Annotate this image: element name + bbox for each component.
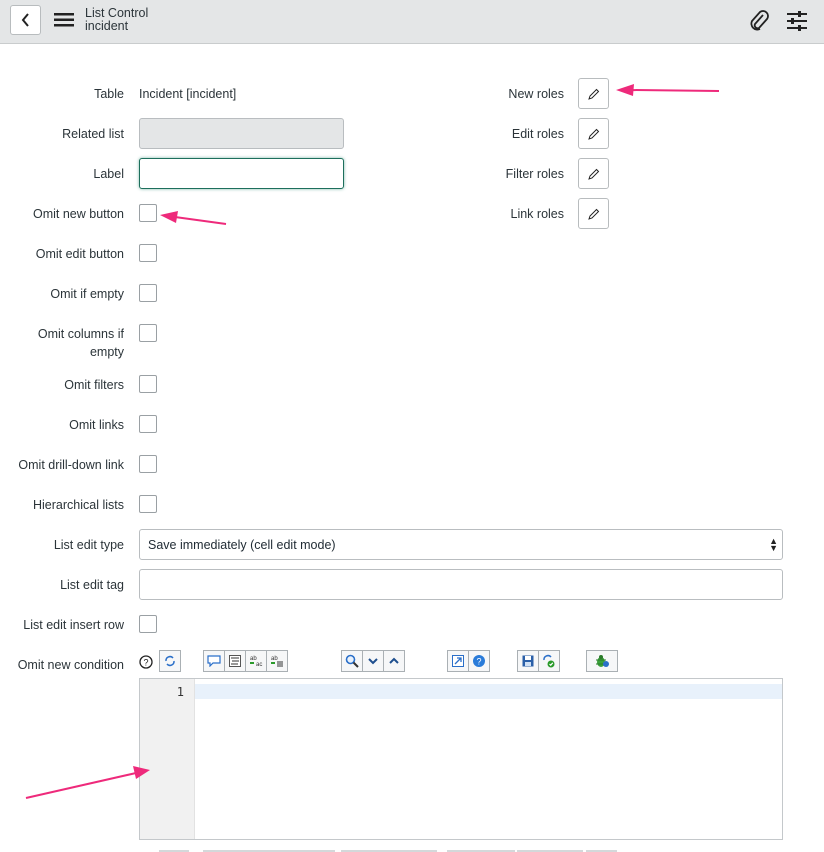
svg-text:ab: ab bbox=[271, 656, 278, 662]
annotation-arrow-condition-editor bbox=[25, 766, 150, 799]
svg-text:?: ? bbox=[476, 657, 481, 667]
svg-text:?: ? bbox=[143, 658, 148, 668]
help-circle-icon[interactable]: ? bbox=[139, 655, 153, 669]
list-edit-insert-row-checkbox[interactable] bbox=[139, 615, 157, 633]
table-label: Table bbox=[94, 87, 124, 101]
omit-if-empty-label: Omit if empty bbox=[50, 287, 124, 301]
replace-icon[interactable]: ab ac bbox=[245, 650, 267, 672]
previous-icon[interactable] bbox=[383, 650, 405, 672]
current-line-highlight bbox=[195, 684, 782, 699]
save-icon[interactable] bbox=[517, 650, 539, 672]
comment-icon[interactable] bbox=[203, 650, 225, 672]
label-input[interactable] bbox=[139, 158, 344, 189]
omit-columns-label-line1: Omit columns if bbox=[37, 327, 124, 341]
filter-roles-edit-button[interactable] bbox=[578, 158, 609, 189]
list-edit-tag-input[interactable] bbox=[139, 569, 783, 600]
format-icon[interactable] bbox=[224, 650, 246, 672]
new-roles-edit-button[interactable] bbox=[578, 78, 609, 109]
omit-new-button-label: Omit new button bbox=[32, 207, 124, 221]
list-edit-type-label: List edit type bbox=[53, 538, 124, 552]
omit-new-button-checkbox[interactable] bbox=[139, 204, 157, 222]
related-list-label: Related list bbox=[62, 127, 124, 141]
omit-columns-label-line2: empty bbox=[89, 345, 124, 359]
related-list-field bbox=[139, 118, 344, 149]
toggle-syntax-icon[interactable] bbox=[159, 650, 181, 672]
omit-edit-button-label: Omit edit button bbox=[35, 247, 124, 261]
omit-drilldown-checkbox[interactable] bbox=[139, 455, 157, 473]
form-title: List Control bbox=[85, 6, 149, 20]
help-icon[interactable]: ? bbox=[468, 650, 490, 672]
link-roles-label: Link roles bbox=[510, 207, 565, 221]
pencil-icon bbox=[587, 168, 599, 180]
pencil-icon bbox=[587, 88, 599, 100]
hierarchical-lists-label: Hierarchical lists bbox=[33, 498, 124, 512]
hamburger-icon[interactable] bbox=[54, 12, 74, 28]
replace-all-icon[interactable]: ab bbox=[266, 650, 288, 672]
svg-text:ac: ac bbox=[256, 662, 262, 668]
script-check-icon[interactable] bbox=[538, 650, 560, 672]
edit-roles-edit-button[interactable] bbox=[578, 118, 609, 149]
back-button[interactable] bbox=[10, 5, 41, 35]
list-edit-type-select[interactable]: Save immediately (cell edit mode) ▲ ▼ bbox=[139, 529, 783, 560]
edit-roles-label: Edit roles bbox=[511, 127, 564, 141]
pencil-icon bbox=[587, 128, 599, 140]
omit-edit-button-checkbox[interactable] bbox=[139, 244, 157, 262]
omit-drilldown-label: Omit drill-down link bbox=[18, 458, 124, 472]
fullscreen-icon[interactable] bbox=[447, 650, 469, 672]
omit-columns-label: Omit columns if empty bbox=[38, 325, 124, 361]
list-edit-type-value: Save immediately (cell edit mode) bbox=[148, 538, 336, 552]
editor-gutter: 1 bbox=[140, 679, 195, 839]
list-edit-insert-row-label: List edit insert row bbox=[23, 618, 124, 632]
omit-new-condition-label: Omit new condition bbox=[17, 658, 124, 672]
paperclip-icon[interactable] bbox=[747, 10, 771, 32]
sliders-icon[interactable] bbox=[785, 10, 809, 32]
table-value: Incident [incident] bbox=[139, 87, 237, 101]
omit-links-checkbox[interactable] bbox=[139, 415, 157, 433]
link-roles-edit-button[interactable] bbox=[578, 198, 609, 229]
line-number: 1 bbox=[176, 685, 184, 699]
debug-icon[interactable] bbox=[586, 650, 618, 672]
condition-script-editor[interactable]: 1 bbox=[139, 678, 783, 840]
new-roles-label: New roles bbox=[508, 87, 564, 101]
filter-roles-label: Filter roles bbox=[505, 167, 564, 181]
search-icon[interactable] bbox=[341, 650, 363, 672]
omit-if-empty-checkbox[interactable] bbox=[139, 284, 157, 302]
omit-columns-checkbox[interactable] bbox=[139, 324, 157, 342]
next-icon[interactable] bbox=[362, 650, 384, 672]
form-subtitle: incident bbox=[85, 19, 129, 33]
omit-filters-checkbox[interactable] bbox=[139, 375, 157, 393]
form-header: List Control incident bbox=[0, 0, 824, 44]
select-arrows-icon: ▲ ▼ bbox=[769, 536, 778, 553]
chevron-left-icon bbox=[21, 13, 29, 27]
bottom-toolbar-edge bbox=[159, 850, 617, 852]
list-edit-tag-label: List edit tag bbox=[60, 578, 124, 592]
annotation-arrow-new-roles bbox=[616, 84, 720, 96]
omit-links-label: Omit links bbox=[69, 418, 124, 432]
pencil-icon bbox=[587, 208, 599, 220]
annotation-arrow-omit-new-button bbox=[160, 211, 227, 225]
hierarchical-lists-checkbox[interactable] bbox=[139, 495, 157, 513]
omit-filters-label: Omit filters bbox=[64, 378, 124, 392]
label-label: Label bbox=[93, 167, 124, 181]
